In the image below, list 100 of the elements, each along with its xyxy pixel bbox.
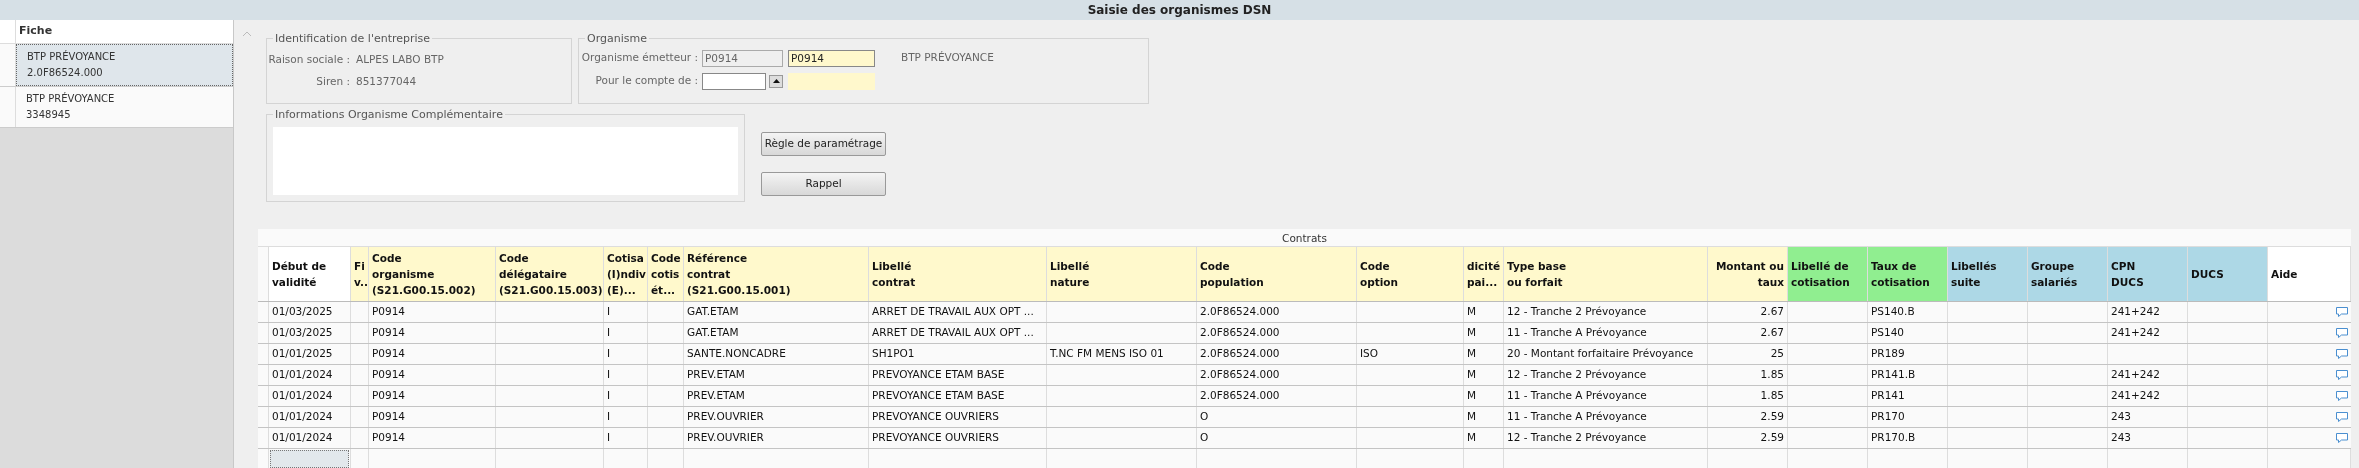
column-header[interactable]: Libellé contrat bbox=[869, 247, 1047, 301]
column-header[interactable]: CPN DUCS bbox=[2108, 247, 2188, 301]
table-cell: 2.0F86524.000 bbox=[1200, 325, 1280, 341]
table-cell: PREV.ETAM bbox=[687, 367, 745, 383]
table-cell: M bbox=[1467, 346, 1477, 362]
table-cell: O bbox=[1200, 430, 1209, 446]
table-cell: 2.67 bbox=[1760, 325, 1784, 341]
table-cell: 1.85 bbox=[1760, 367, 1784, 383]
table-cell: 2.59 bbox=[1760, 409, 1784, 425]
column-header[interactable]: DUCS bbox=[2188, 247, 2268, 301]
window-title: Saisie des organismes DSN bbox=[0, 0, 2359, 20]
table-cell: P0914 bbox=[372, 325, 406, 341]
table-cell: 11 - Tranche A Prévoyance bbox=[1507, 388, 1647, 404]
table-cell: 25 bbox=[1770, 346, 1784, 362]
table-cell: 2.0F86524.000 bbox=[1200, 367, 1280, 383]
table-cell: PR170.B bbox=[1871, 430, 1916, 446]
table-cell: P0914 bbox=[372, 409, 406, 425]
field-label: Pour le compte de : bbox=[594, 73, 699, 89]
column-header[interactable]: dicité pai... bbox=[1464, 247, 1504, 301]
field-label: Siren : bbox=[315, 74, 351, 90]
table-cell: PR141 bbox=[1871, 388, 1905, 404]
table-cell: M bbox=[1467, 409, 1477, 425]
table-cell: 11 - Tranche A Prévoyance bbox=[1507, 325, 1647, 341]
table-cell: GAT.ETAM bbox=[687, 304, 739, 320]
table-cell: ISO bbox=[1360, 346, 1379, 362]
column-header[interactable]: Cotisa (I)ndiv (E)... bbox=[604, 247, 648, 301]
comment-icon[interactable] bbox=[2335, 411, 2349, 423]
table-cell: PREV.ETAM bbox=[687, 388, 745, 404]
table-cell: M bbox=[1467, 304, 1477, 320]
column-header[interactable]: Type base ou forfait bbox=[1504, 247, 1708, 301]
column-header[interactable]: Début de validité bbox=[269, 247, 351, 301]
field-value: ALPES LABO BTP bbox=[356, 52, 444, 68]
input-field[interactable]: P0914 bbox=[788, 49, 875, 67]
table-cell: SANTE.NONCADRE bbox=[687, 346, 786, 362]
table-cell: M bbox=[1467, 325, 1477, 341]
table-cell: 01/01/2024 bbox=[272, 430, 333, 446]
table-cell: P0914 bbox=[372, 388, 406, 404]
comment-icon[interactable] bbox=[2335, 327, 2349, 339]
table-cell: 2.67 bbox=[1760, 304, 1784, 320]
table-cell: I bbox=[607, 304, 611, 320]
table-cell: M bbox=[1467, 367, 1477, 383]
table-cell: SH1PO1 bbox=[872, 346, 915, 362]
column-header[interactable]: Code cotis ét... bbox=[648, 247, 684, 301]
table-cell: T.NC FM MENS ISO 01 bbox=[1050, 346, 1164, 362]
table-cell: 241+242 bbox=[2111, 367, 2160, 383]
comment-icon[interactable] bbox=[2335, 369, 2349, 381]
comment-icon[interactable] bbox=[2335, 306, 2349, 318]
table-cell: I bbox=[607, 430, 611, 446]
table-cell: PS140.B bbox=[1871, 304, 1915, 320]
table-cell: M bbox=[1467, 388, 1477, 404]
table-cell: GAT.ETAM bbox=[687, 325, 739, 341]
table-cell: I bbox=[607, 367, 611, 383]
table-cell: ARRET DE TRAVAIL AUX OPT ... bbox=[872, 325, 1034, 341]
table-cell: 01/01/2024 bbox=[272, 388, 333, 404]
table-cell: I bbox=[607, 346, 611, 362]
table-cell: PREV.OUVRIER bbox=[687, 430, 764, 446]
column-header[interactable]: Libellé nature bbox=[1047, 247, 1197, 301]
table-cell: P0914 bbox=[372, 430, 406, 446]
action-button[interactable]: Règle de paramétrage bbox=[761, 132, 886, 156]
column-header[interactable]: Code option bbox=[1357, 247, 1464, 301]
column-header[interactable]: Libellés suite bbox=[1948, 247, 2028, 301]
comment-icon[interactable] bbox=[2335, 348, 2349, 360]
column-header[interactable]: Aide bbox=[2268, 247, 2351, 301]
comment-icon[interactable] bbox=[2335, 432, 2349, 444]
column-header[interactable]: Montant ou taux bbox=[1708, 247, 1788, 301]
column-header[interactable]: Code délégataire (S21.G00.15.003) bbox=[496, 247, 604, 301]
input-field[interactable] bbox=[788, 72, 875, 90]
column-header[interactable]: Libellé de cotisation bbox=[1788, 247, 1868, 301]
table-cell: PREVOYANCE ETAM BASE bbox=[872, 388, 1005, 404]
table-cell: PREVOYANCE OUVRIERS bbox=[872, 409, 999, 425]
column-header[interactable]: Groupe salariés bbox=[2028, 247, 2108, 301]
table-cell: 2.59 bbox=[1760, 430, 1784, 446]
input-field[interactable]: P0914 bbox=[702, 49, 783, 67]
table-cell: I bbox=[607, 325, 611, 341]
sidebar-item[interactable]: BTP PRÉVOYANCE 2.0F86524.000 bbox=[16, 43, 233, 86]
table-cell: PREVOYANCE OUVRIERS bbox=[872, 430, 999, 446]
table-cell: ARRET DE TRAVAIL AUX OPT ... bbox=[872, 304, 1034, 320]
spin-up-button[interactable] bbox=[769, 74, 783, 88]
table-cell: 12 - Tranche 2 Prévoyance bbox=[1507, 430, 1647, 446]
column-header[interactable]: Fi v.. bbox=[351, 247, 369, 301]
table-cell: 20 - Montant forfaitaire Prévoyance bbox=[1507, 346, 1694, 362]
table-cell: 11 - Tranche A Prévoyance bbox=[1507, 409, 1647, 425]
table-cell: I bbox=[607, 409, 611, 425]
table-cell: 01/01/2025 bbox=[272, 346, 333, 362]
field-label: Raison sociale : bbox=[267, 52, 351, 68]
column-header[interactable]: Taux de cotisation bbox=[1868, 247, 1948, 301]
field-value: 851377044 bbox=[356, 74, 417, 90]
new-row-cell[interactable] bbox=[270, 450, 349, 468]
table-cell: 2.0F86524.000 bbox=[1200, 304, 1280, 320]
table-cell: 241+242 bbox=[2111, 325, 2160, 341]
column-header[interactable]: Référence contrat (S21.G00.15.001) bbox=[684, 247, 869, 301]
column-header[interactable]: Code organisme (S21.G00.15.002) bbox=[369, 247, 496, 301]
comment-icon[interactable] bbox=[2335, 390, 2349, 402]
action-button[interactable]: Rappel bbox=[761, 172, 886, 196]
input-field[interactable] bbox=[702, 72, 766, 90]
table-cell: P0914 bbox=[372, 346, 406, 362]
table-cell: 243 bbox=[2111, 409, 2132, 425]
column-header[interactable]: Code population bbox=[1197, 247, 1357, 301]
table-cell: PR141.B bbox=[1871, 367, 1916, 383]
table-cell: 01/01/2024 bbox=[272, 409, 333, 425]
